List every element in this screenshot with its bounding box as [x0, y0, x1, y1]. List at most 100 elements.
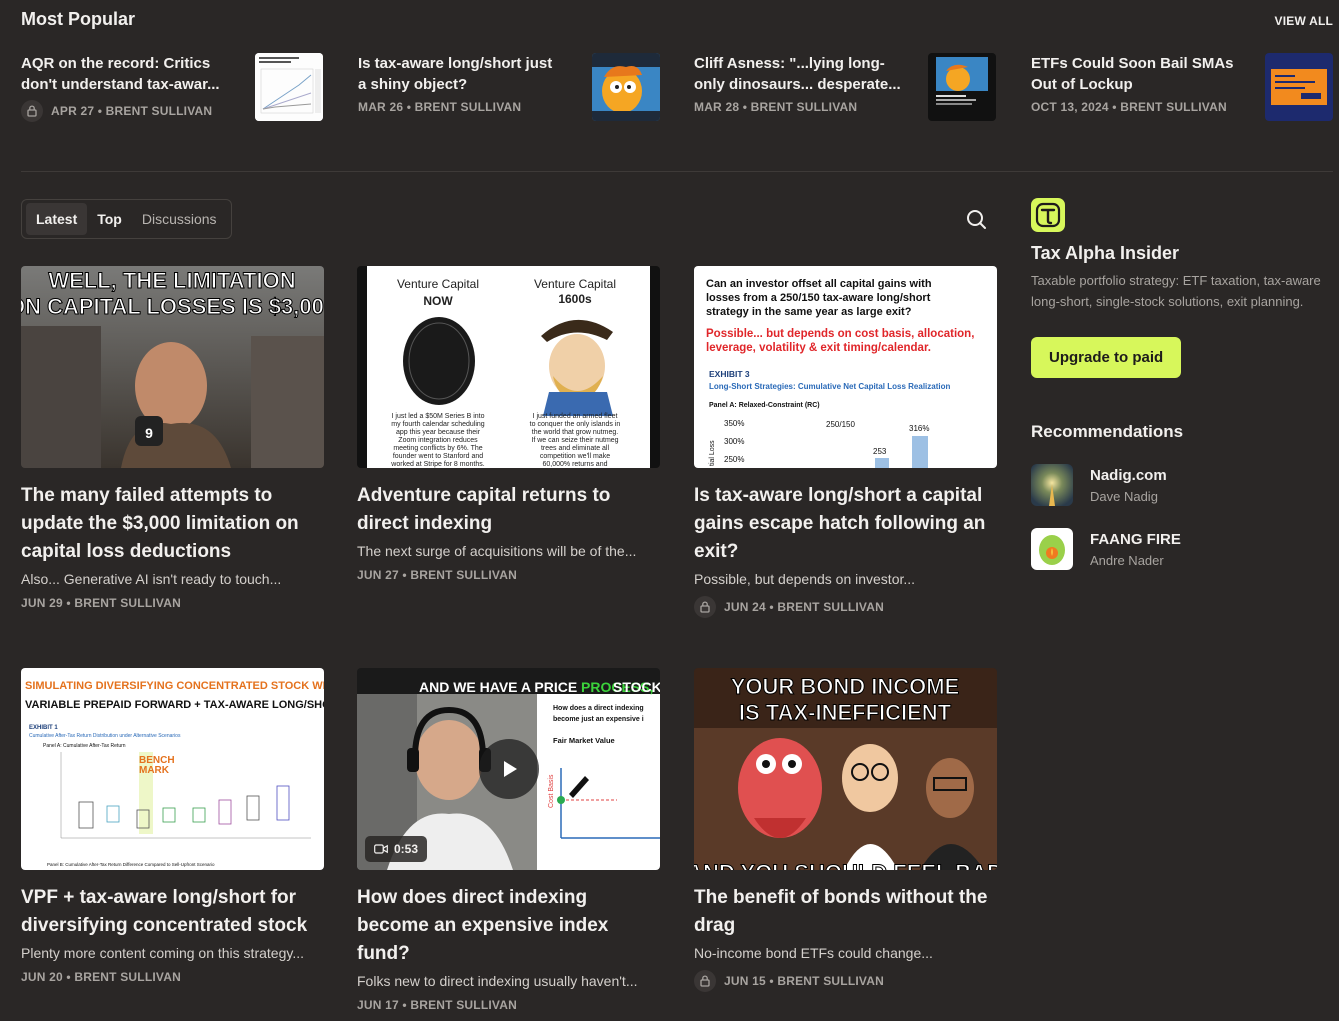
image-text: Possible... but depends on cost basis, a… — [706, 328, 974, 340]
play-icon — [504, 761, 517, 777]
video-thumbnail[interactable]: AND WE HAVE A PRICE PROCESS, STOCK How d… — [357, 668, 660, 870]
post-meta: JUN 29 • BRENT SULLIVAN — [21, 596, 181, 610]
recommendation-name: Nadig.com — [1090, 466, 1167, 484]
image-text: EXHIBIT 3 — [709, 369, 750, 379]
most-popular-item-title: only dinosaurs... desperate... — [694, 76, 901, 93]
image-text: Cumulative After-Tax Return Distribution… — [29, 733, 181, 739]
tab-top[interactable]: Top — [87, 203, 132, 235]
video-duration: 0:53 — [394, 842, 419, 856]
recommendation-author: Dave Nadig — [1090, 488, 1158, 504]
post-subtitle: Folks new to direct indexing usually hav… — [357, 973, 638, 989]
image-text: 250/150 — [826, 420, 855, 429]
most-popular-item-title: a shiny object? — [358, 76, 468, 93]
recommendation-avatar — [1031, 528, 1073, 570]
video-duration-badge: 0:53 — [365, 836, 428, 862]
image-text: 253 — [873, 447, 887, 456]
post-card[interactable]: YOUR BOND INCOME IS TAX-INEFFICIENT AND … — [694, 668, 997, 992]
meme-caption: AND YOU SHOULD FEEL BAD — [694, 860, 997, 870]
recommendation-item[interactable]: Nadig.com Dave Nadig — [1031, 464, 1331, 506]
play-button[interactable] — [479, 739, 539, 799]
image-text: Panel B: Cumulative After-Tax Return Dif… — [47, 862, 215, 867]
most-popular-item[interactable]: Cliff Asness: "...lying long- only dinos… — [694, 53, 996, 123]
post-meta: JUN 27 • BRENT SULLIVAN — [357, 568, 517, 582]
axis-tick: 300% — [724, 437, 744, 446]
image-label: Venture Capital — [534, 277, 616, 291]
post-card[interactable]: Venture Capital NOW Venture Capital 1600… — [357, 266, 660, 582]
post-subtitle: No-income bond ETFs could change... — [694, 945, 933, 961]
meme-caption: WELL, THE LIMITATION — [48, 268, 295, 293]
post-card[interactable]: 9 WELL, THE LIMITATION ON CAPITAL LOSSES… — [21, 266, 324, 610]
post-title: VPF + tax-aware long/short for diversify… — [21, 887, 308, 936]
image-caption: app this year because their — [396, 429, 481, 436]
post-subtitle: Possible, but depends on investor... — [694, 571, 916, 587]
meme-caption: ON CAPITAL LOSSES IS $3,000 — [21, 294, 324, 319]
search-icon[interactable] — [964, 207, 988, 231]
meme-caption: IS TAX-INEFFICIENT — [739, 700, 952, 725]
image-text: Long-Short Strategies: Cumulative Net Ca… — [709, 382, 950, 391]
image-caption: founder went to Stanford and — [393, 453, 483, 460]
image-text: VARIABLE PREPAID FORWARD + TAX-AWARE LON… — [25, 699, 324, 711]
image-text: Panel A: Relaxed-Constraint (RC) — [709, 402, 820, 409]
most-popular-item-title: ETFs Could Soon Bail SMAs — [1031, 55, 1234, 72]
lock-icon — [694, 970, 716, 992]
slide-text: become just an expensive i — [553, 716, 644, 723]
image-text: 316% — [909, 424, 929, 433]
post-card[interactable]: AND WE HAVE A PRICE PROCESS, STOCK How d… — [357, 668, 660, 1012]
most-popular-item[interactable]: AQR on the record: Critics don't underst… — [21, 53, 323, 123]
most-popular-header: Most Popular VIEW ALL — [21, 9, 1333, 33]
post-subtitle: The next surge of acquisitions will be o… — [357, 543, 637, 559]
image-caption: my fourth calendar scheduling — [391, 421, 484, 428]
most-popular-item[interactable]: ETFs Could Soon Bail SMAs Out of Lockup … — [1031, 53, 1333, 123]
upgrade-to-paid-button[interactable]: Upgrade to paid — [1031, 337, 1182, 378]
image-caption: 60,000% returns and — [543, 461, 608, 468]
post-tabs: Latest Top Discussions — [21, 199, 232, 239]
post-thumbnail — [928, 53, 996, 121]
view-all-link[interactable]: VIEW ALL — [1275, 14, 1333, 28]
post-meta: OCT 13, 2024 • BRENT SULLIVAN — [1031, 100, 1227, 114]
video-camera-icon — [374, 844, 388, 854]
image-label: NOW — [423, 294, 453, 308]
image-caption: I just led a $50M Series B into — [392, 413, 485, 420]
slide-text: How does a direct indexing — [553, 705, 644, 712]
video-caption: STOCK — [613, 679, 660, 695]
post-title: Is tax-aware long/short a capital gains … — [694, 485, 986, 562]
axis-tick: 250% — [724, 455, 744, 464]
tab-latest[interactable]: Latest — [26, 203, 88, 235]
post-image: Can an investor offset all capital gains… — [694, 266, 997, 468]
most-popular-item-title: AQR on the record: Critics — [21, 55, 211, 72]
post-title: The many failed attempts to update the $… — [21, 485, 299, 562]
image-caption: I just funded an armed fleet — [533, 413, 618, 420]
lock-icon — [694, 596, 716, 618]
image-caption: the world that grow nutmeg. — [532, 429, 618, 436]
recommendation-item[interactable]: FAANG FIRE Andre Nader — [1031, 528, 1331, 570]
publication-description: Taxable portfolio strategy: ETF taxation… — [1031, 273, 1321, 309]
recommendation-author: Andre Nader — [1090, 552, 1164, 568]
publication-logo[interactable] — [1031, 198, 1065, 232]
most-popular-title: Most Popular — [21, 9, 136, 29]
tab-discussions[interactable]: Discussions — [132, 203, 227, 235]
post-card[interactable]: SIMULATING DIVERSIFYING CONCENTRATED STO… — [21, 668, 324, 984]
most-popular-item[interactable]: Is tax-aware long/short just a shiny obj… — [358, 53, 660, 123]
image-text: strategy in the same year as large exit? — [706, 306, 912, 318]
recommendation-avatar — [1031, 464, 1073, 506]
post-title: How does direct indexing become an expen… — [357, 887, 609, 964]
post-thumbnail — [255, 53, 323, 121]
benchmark-label: MARK — [139, 765, 170, 776]
post-title: Adventure capital returns to direct inde… — [357, 485, 611, 534]
image-label: Venture Capital — [397, 277, 479, 291]
post-thumbnail — [1265, 53, 1333, 121]
recommendations-title: Recommendations — [1031, 422, 1184, 441]
post-card[interactable]: Can an investor offset all capital gains… — [694, 266, 997, 618]
image-caption: trees and eliminate all — [541, 445, 610, 452]
image-caption: Zoom integration reduces — [398, 437, 478, 444]
image-text: losses from a 250/150 tax-aware long/sho… — [706, 292, 931, 304]
image-text: EXHIBIT 1 — [29, 725, 58, 731]
publication-sidebar: Tax Alpha Insider Taxable portfolio stra… — [1031, 198, 1331, 570]
lock-icon — [21, 100, 43, 122]
axis-tick: 350% — [724, 419, 744, 428]
post-meta: JUN 15 • BRENT SULLIVAN — [724, 974, 884, 988]
image-caption: to conquer the only islands in — [530, 421, 621, 428]
post-meta: MAR 26 • BRENT SULLIVAN — [358, 100, 522, 114]
image-text: Can an investor offset all capital gains… — [706, 278, 932, 290]
video-caption: AND WE HAVE A PRICE — [419, 679, 577, 695]
